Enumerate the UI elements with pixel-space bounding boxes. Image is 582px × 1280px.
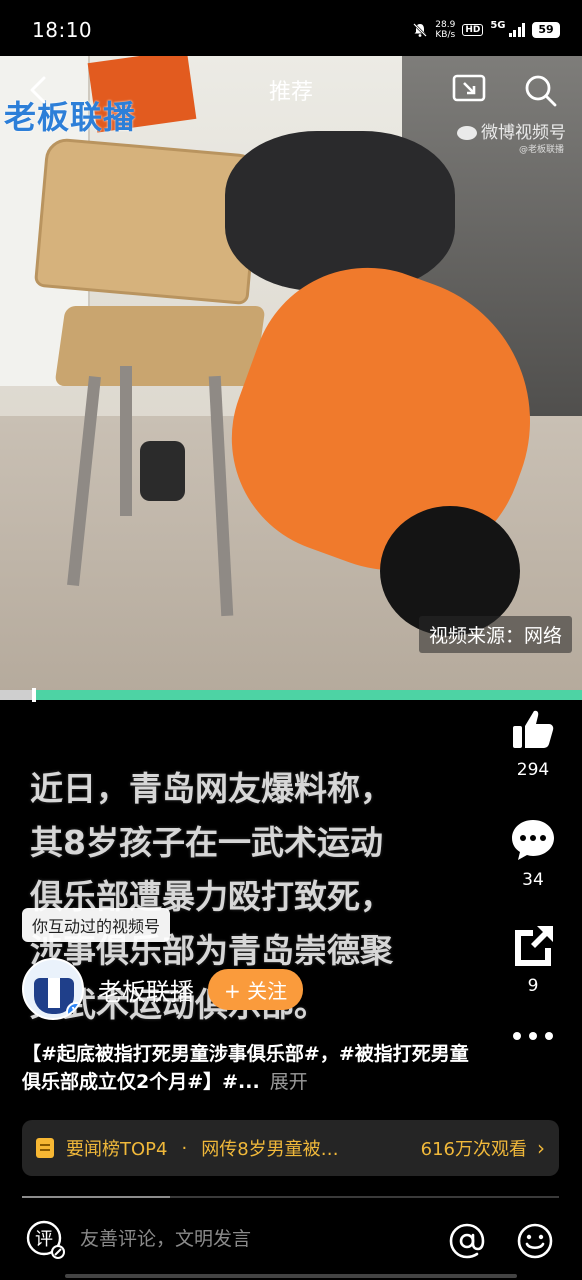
comment-count: 34 [522,870,544,890]
search-button[interactable] [520,70,560,110]
comment-edit-button[interactable]: 评 [24,1218,68,1262]
watermark-right-sub: @老板联播 [518,145,564,155]
watermark-right-text: 微博视频号 [481,123,566,143]
video-frame-chair-leg [120,366,132,516]
smiley-icon [517,1223,553,1259]
hot-separator: · [181,1137,188,1159]
hot-rank-label: 要闻榜TOP4 [66,1139,168,1160]
avatar-shirt [48,978,60,1008]
video-progress-knob[interactable] [32,688,36,702]
mention-button[interactable] [448,1222,486,1260]
expand-link[interactable]: 展开 [270,1071,308,1093]
comment-bar: 评 [0,1210,582,1272]
video-progress-fill [0,690,582,700]
more-button[interactable] [511,1030,555,1042]
comment-button[interactable]: 34 [509,816,557,890]
weibo-logo-icon [457,126,477,140]
comment-edit-icon: 评 [26,1220,65,1259]
hot-topic-title: 网传8岁男童被… [201,1139,339,1160]
pip-button[interactable] [450,70,490,110]
signal-icon [508,23,525,37]
share-count: 9 [527,976,539,996]
like-button[interactable]: 294 [509,706,557,780]
divider-active-segment [22,1196,170,1198]
tab-recommend[interactable]: 推荐 [269,80,313,105]
thumbs-up-icon [513,710,554,748]
hd-badge: HD [462,24,484,36]
pip-icon [452,74,486,102]
mute-bell-icon [413,23,428,37]
action-column: 294 34 9 [498,706,568,1042]
like-count: 294 [516,760,550,780]
chevron-right-icon: › [537,1136,545,1160]
author-name[interactable]: 老板联播 [98,972,194,1007]
description-text: 【#起底被指打死男童涉事俱乐部#，#被指打死男童俱乐部成立仅2个月#】#... [22,1043,469,1093]
search-icon [525,75,557,107]
caption-line: 其8岁孩子在一武术运动 [30,823,383,862]
back-button[interactable] [20,70,60,110]
status-icons: 28.9 KB/s HD 5G 59 [412,20,560,40]
video-frame-person-dark [225,131,455,291]
hot-topic-views: 616万次观看 [420,1139,527,1160]
battery-icon: 59 [532,22,560,38]
video-player[interactable]: 老板联播 微博视频号 @老板联播 视频来源：网络 [0,56,582,690]
interaction-tip: 你互动过的视频号 [22,908,171,942]
video-description: 【#起底被指打死男童涉事俱乐部#，#被指打死男童俱乐部成立仅2个月#】#... 展… [22,1040,472,1096]
video-frame-shoe [140,441,185,501]
section-divider [22,1196,559,1198]
comment-input[interactable] [80,1228,420,1250]
status-time: 18:10 [32,18,93,42]
chevron-left-icon [30,76,46,104]
share-button[interactable]: 9 [509,922,557,996]
comment-bubble-icon [512,820,554,860]
verified-badge-icon: V [66,1002,82,1018]
video-source-label: 视频来源：网络 [418,616,572,653]
net-speed-unit: KB/s [435,30,456,40]
net-speed: 28.9 KB/s [435,20,455,40]
author-avatar[interactable]: V [22,958,84,1020]
video-frame-chair-seat [54,306,266,386]
net-speed-value: 28.9 [435,20,456,30]
emoji-button[interactable] [516,1222,554,1260]
hot-topic-bar[interactable]: 要闻榜TOP4 · 网传8岁男童被… 616万次观看 › [22,1120,559,1176]
network-label: 5G [490,19,506,31]
home-indicator[interactable] [65,1274,517,1278]
at-sign-icon [449,1223,485,1259]
svg-text:评: 评 [35,1229,53,1250]
author-row: V 老板联播 + 关注 [22,958,304,1020]
hot-list-icon [36,1138,54,1158]
watermark-right: 微博视频号 [457,118,566,143]
more-dots-icon [513,1032,553,1040]
caption-line: 近日，青岛网友爆料称， [30,769,393,808]
status-bar: 18:10 28.9 KB/s HD 5G 59 [0,0,582,56]
follow-button[interactable]: + 关注 [208,968,304,1010]
share-icon [515,926,553,966]
video-progress-bar[interactable] [0,688,582,702]
